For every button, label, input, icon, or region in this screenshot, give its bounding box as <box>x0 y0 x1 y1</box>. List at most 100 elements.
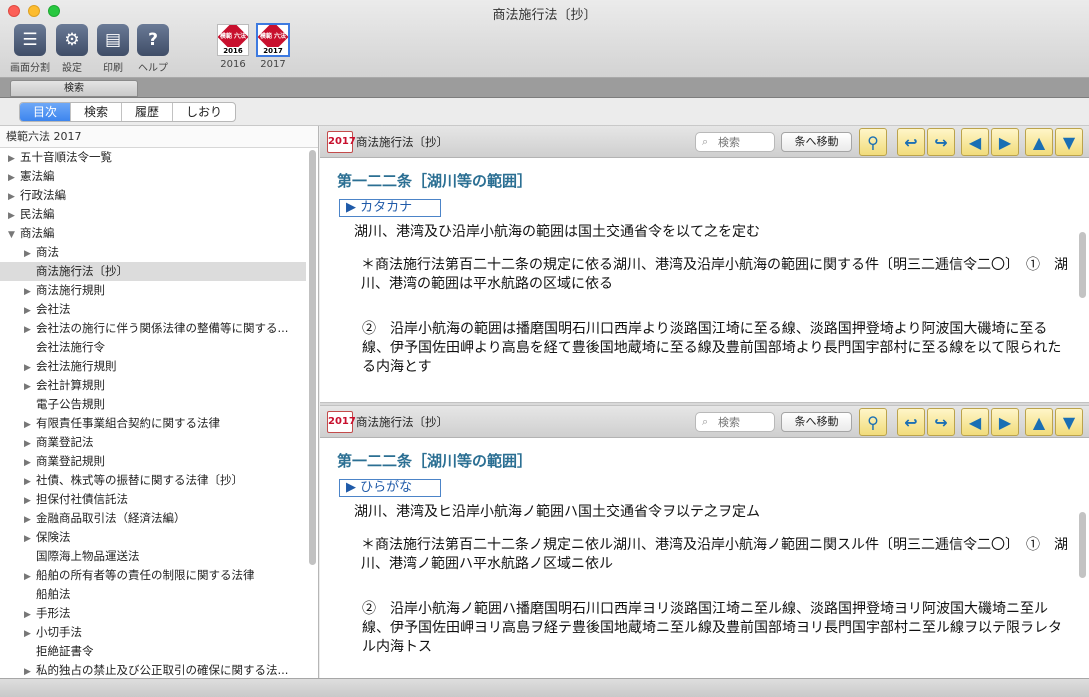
sidebar-tree-item[interactable]: ▶ 小切手法 <box>0 623 306 642</box>
disclosure-closed-icon[interactable]: ▶ <box>24 625 36 642</box>
sidebar-tree-item[interactable]: ▶ 手形法 <box>0 604 306 623</box>
sidebar-tree-item[interactable]: ▶ 商業登記法 <box>0 433 306 452</box>
sidebar-tree-item[interactable]: ▶ 私的独占の禁止及び公正取引の確保に関する法... <box>0 661 306 678</box>
window-title: 商法施行法〔抄〕 <box>492 8 597 23</box>
sidebar-tree-item[interactable]: ▶ 会社法の施行に伴う関係法律の整備等に関する... <box>0 319 306 338</box>
help-label: ヘルプ <box>138 63 168 74</box>
hiragana-mode-toggle[interactable]: ▶ ひらがな <box>339 479 441 497</box>
sidebar-tree-item[interactable]: ▶ 会社法 <box>0 300 306 319</box>
lower-pane-goto-article-button[interactable]: 条へ移動 <box>781 412 852 432</box>
zoom-icon[interactable]: ⚲ <box>859 128 887 156</box>
forward-icon[interactable]: ↪ <box>927 408 955 436</box>
disclosure-closed-icon[interactable]: ▶ <box>24 568 36 585</box>
disclosure-closed-icon[interactable]: ▶ <box>24 245 36 262</box>
sidebar-tree-item[interactable]: ▶ 行政法編 <box>0 186 306 205</box>
sidebar-tree-item[interactable]: ▶ 商法施行規則 <box>0 281 306 300</box>
lower-pane-scrollbar[interactable] <box>1079 512 1086 578</box>
upper-pane: 2017 商法施行法〔抄〕 ⌕ 条へ移動 ⚲ ↩ ↪ ◀ ▶ ▲ ▼ 第一二二条… <box>320 126 1089 402</box>
split-screen-icon: ☰ <box>14 24 46 56</box>
disclosure-closed-icon[interactable]: ▶ <box>8 169 20 186</box>
upper-pane-year-badge: 2017 <box>327 131 356 153</box>
disclosure-closed-icon[interactable]: ▶ <box>8 188 20 205</box>
lower-pane-content: 第一二二条［湖川等の範囲］ ▶ ひらがな 湖川、港湾及ヒ沿岸小航海ノ範囲ハ国土交… <box>320 450 1089 657</box>
sidebar-tree-item[interactable]: ▶ 会社法施行規則 <box>0 357 306 376</box>
sidebar-tree-item-label: 五十音順法令一覧 <box>20 150 112 164</box>
disclosure-closed-icon[interactable]: ▶ <box>24 473 36 490</box>
sidebar-tree-item[interactable]: ▶ 商法 <box>0 243 306 262</box>
disclosure-closed-icon[interactable]: ▶ <box>24 416 36 433</box>
tab-contents[interactable]: 目次 <box>20 103 72 121</box>
disclosure-closed-icon[interactable]: ▶ <box>8 150 20 167</box>
sidebar-tree-item[interactable]: 船舶法 <box>0 585 306 604</box>
disclosure-closed-icon[interactable]: ▶ <box>24 530 36 547</box>
next-article-icon[interactable]: ▶ <box>991 408 1019 436</box>
previous-article-icon[interactable]: ◀ <box>961 128 989 156</box>
book-2017-label: 2017 <box>260 59 286 70</box>
upper-pane-goto-article-button[interactable]: 条へ移動 <box>781 132 852 152</box>
sidebar-mode-bar: 目次 検索 履歴 しおり <box>0 98 1089 126</box>
sidebar-tree-item[interactable]: ▶ 社債、株式等の振替に関する法律〔抄〕 <box>0 471 306 490</box>
tab-search[interactable]: 検索 <box>71 103 123 121</box>
sidebar-tree-item[interactable]: ▶ 有限責任事業組合契約に関する法律 <box>0 414 306 433</box>
sidebar-tree-item-label: 商業登記法 <box>36 435 94 449</box>
sidebar-tree-item[interactable]: ▶ 民法編 <box>0 205 306 224</box>
title-bar: 商法施行法〔抄〕 ☰ 画面分割 ⚙ 設定 ▤ 印刷 ? ヘルプ 模範 六法 20… <box>0 0 1089 78</box>
disclosure-closed-icon[interactable]: ▶ <box>24 492 36 509</box>
sidebar-tree: ▶ 五十音順法令一覧 ▶ 憲法編 ▶ 行政法編 ▶ 民法編 ▼ 商法編 ▶ 商法 商法施行法〔抄〕 ▶ 商法… <box>0 148 318 678</box>
sidebar-tree-item[interactable]: ▼ 商法編 <box>0 224 306 243</box>
sidebar-tree-item[interactable]: 商法施行法〔抄〕 <box>0 262 306 281</box>
back-icon[interactable]: ↩ <box>897 128 925 156</box>
scroll-up-icon[interactable]: ▲ <box>1025 408 1053 436</box>
disclosure-open-icon[interactable]: ▼ <box>8 226 20 243</box>
tab-bookmarks[interactable]: しおり <box>173 103 235 121</box>
sidebar-tree-item-label: 国際海上物品運送法 <box>36 549 140 563</box>
sidebar-tree-item[interactable]: ▶ 商業登記規則 <box>0 452 306 471</box>
zoom-icon[interactable]: ⚲ <box>859 408 887 436</box>
help-button[interactable]: ? ヘルプ <box>128 24 178 74</box>
search-strip-tab[interactable]: 検索 <box>10 80 138 97</box>
article-text: 湖川、港湾及ヒ沿岸小航海ノ範囲ハ国土交通省令ヲ以テ之ヲ定ム <box>354 504 760 520</box>
sidebar-tree-item[interactable]: ▶ 憲法編 <box>0 167 306 186</box>
disclosure-closed-icon[interactable]: ▶ <box>24 302 36 319</box>
sidebar-tree-item[interactable]: ▶ 金融商品取引法（経済法編） <box>0 509 306 528</box>
disclosure-closed-icon[interactable]: ▶ <box>24 606 36 623</box>
sidebar-tree-item[interactable]: ▶ 保険法 <box>0 528 306 547</box>
previous-article-icon[interactable]: ◀ <box>961 408 989 436</box>
scroll-down-icon[interactable]: ▼ <box>1055 128 1083 156</box>
book-2017-button[interactable]: 模範 六法 2017 2017 <box>248 23 298 70</box>
sidebar-tree-item[interactable]: 拒絶証書令 <box>0 642 306 661</box>
sidebar-scrollbar[interactable] <box>309 150 316 565</box>
upper-pane-scrollbar[interactable] <box>1079 232 1086 298</box>
disclosure-closed-icon[interactable]: ▶ <box>24 435 36 452</box>
disclosure-closed-icon[interactable]: ▶ <box>24 454 36 471</box>
sidebar-tree-item-label: 会社計算規則 <box>36 378 105 392</box>
disclosure-closed-icon[interactable]: ▶ <box>24 283 36 300</box>
next-article-icon[interactable]: ▶ <box>991 128 1019 156</box>
disclosure-closed-icon[interactable]: ▶ <box>8 207 20 224</box>
scroll-down-icon[interactable]: ▼ <box>1055 408 1083 436</box>
book-2017-badge-text: 模範 六法 <box>259 33 287 40</box>
sidebar-tree-item[interactable]: 会社法施行令 <box>0 338 306 357</box>
sidebar-tree-item[interactable]: 電子公告規則 <box>0 395 306 414</box>
sidebar-header: 模範六法 2017 <box>0 126 318 148</box>
help-icon: ? <box>137 24 169 56</box>
katakana-mode-toggle[interactable]: ▶ カタカナ <box>339 199 441 217</box>
sidebar-tree-item-label: 商法 <box>36 245 59 259</box>
tab-history[interactable]: 履歴 <box>122 103 174 121</box>
disclosure-closed-icon[interactable]: ▶ <box>24 359 36 376</box>
disclosure-closed-icon[interactable]: ▶ <box>24 321 36 338</box>
disclosure-closed-icon[interactable]: ▶ <box>24 663 36 678</box>
lower-pane-year-badge: 2017 <box>327 411 356 433</box>
forward-icon[interactable]: ↪ <box>927 128 955 156</box>
article-heading: 第一二二条［湖川等の範囲］ <box>337 452 533 470</box>
sidebar-tree-item-label: 会社法 <box>36 302 71 316</box>
disclosure-closed-icon[interactable]: ▶ <box>24 511 36 528</box>
sidebar-tree-item[interactable]: ▶ 船舶の所有者等の責任の制限に関する法律 <box>0 566 306 585</box>
sidebar-tree-item[interactable]: ▶ 会社計算規則 <box>0 376 306 395</box>
disclosure-closed-icon[interactable]: ▶ <box>24 378 36 395</box>
sidebar-tree-item[interactable]: 国際海上物品運送法 <box>0 547 306 566</box>
scroll-up-icon[interactable]: ▲ <box>1025 128 1053 156</box>
sidebar-tree-item[interactable]: ▶ 五十音順法令一覧 <box>0 148 306 167</box>
sidebar-tree-item[interactable]: ▶ 担保付社債信託法 <box>0 490 306 509</box>
back-icon[interactable]: ↩ <box>897 408 925 436</box>
